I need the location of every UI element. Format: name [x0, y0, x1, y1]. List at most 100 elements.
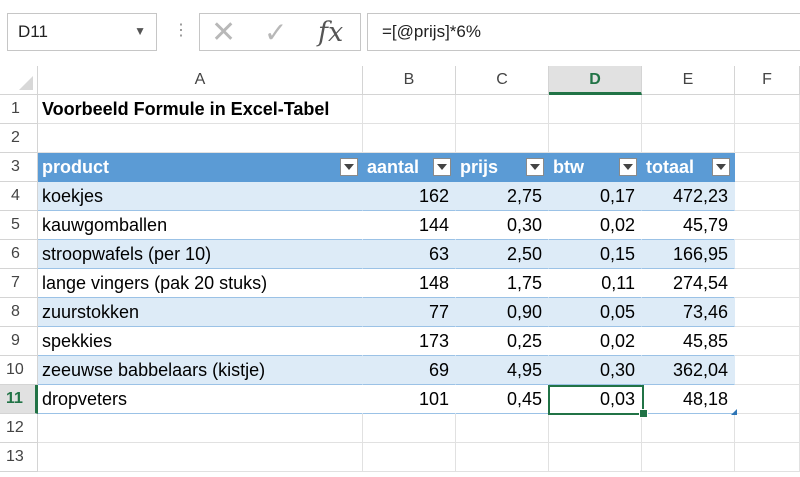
- cell[interactable]: [363, 414, 456, 443]
- cell[interactable]: [363, 443, 456, 472]
- cell[interactable]: [38, 414, 363, 443]
- prijs-cell[interactable]: 2,75: [456, 182, 549, 211]
- btw-cell[interactable]: 0,15: [549, 240, 642, 269]
- cell[interactable]: [735, 124, 800, 153]
- chevron-down-icon[interactable]: ▼: [134, 24, 146, 38]
- cell[interactable]: [735, 385, 800, 414]
- cell[interactable]: [735, 153, 800, 182]
- product-cell[interactable]: lange vingers (pak 20 stuks): [38, 269, 363, 298]
- worksheet-grid[interactable]: A B C D E F 1 2 3 4 5 6 7 8 9 10 11 12 1…: [0, 66, 800, 477]
- cell[interactable]: [363, 95, 456, 124]
- row-header-2[interactable]: 2: [0, 124, 38, 153]
- btw-cell[interactable]: 0,02: [549, 327, 642, 356]
- cell[interactable]: [735, 269, 800, 298]
- cell[interactable]: [38, 443, 363, 472]
- prijs-cell[interactable]: 0,25: [456, 327, 549, 356]
- cell[interactable]: [456, 95, 549, 124]
- aantal-cell[interactable]: 144: [363, 211, 456, 240]
- row-header-8[interactable]: 8: [0, 298, 38, 327]
- product-cell[interactable]: zuurstokken: [38, 298, 363, 327]
- more-options-icon[interactable]: ⋮: [173, 20, 189, 40]
- cell[interactable]: [735, 414, 800, 443]
- aantal-cell[interactable]: 63: [363, 240, 456, 269]
- row-header-11[interactable]: 11: [0, 385, 38, 414]
- table-header-cell[interactable]: aantal: [363, 153, 456, 182]
- cancel-icon[interactable]: ✕: [211, 14, 236, 52]
- row-header-13[interactable]: 13: [0, 443, 38, 472]
- prijs-cell[interactable]: 0,30: [456, 211, 549, 240]
- check-icon[interactable]: ✓: [264, 14, 287, 52]
- cell[interactable]: [456, 124, 549, 153]
- cell[interactable]: [735, 240, 800, 269]
- totaal-cell[interactable]: 472,23: [642, 182, 735, 211]
- row-header-5[interactable]: 5: [0, 211, 38, 240]
- filter-dropdown-icon[interactable]: [712, 158, 730, 176]
- prijs-cell[interactable]: 4,95: [456, 356, 549, 385]
- row-header-12[interactable]: 12: [0, 414, 38, 443]
- product-cell[interactable]: zeeuwse babbelaars (kistje): [38, 356, 363, 385]
- cell[interactable]: [735, 443, 800, 472]
- formula-input[interactable]: =[@prijs]*6%: [367, 13, 800, 51]
- btw-cell[interactable]: 0,05: [549, 298, 642, 327]
- cell[interactable]: [735, 95, 800, 124]
- column-header-a[interactable]: A: [38, 66, 363, 95]
- prijs-cell[interactable]: 1,75: [456, 269, 549, 298]
- product-cell[interactable]: spekkies: [38, 327, 363, 356]
- cell[interactable]: [735, 182, 800, 211]
- table-header-cell[interactable]: product: [38, 153, 363, 182]
- row-header-10[interactable]: 10: [0, 356, 38, 385]
- cell[interactable]: [735, 298, 800, 327]
- cell[interactable]: [549, 443, 642, 472]
- filter-dropdown-icon[interactable]: [340, 158, 358, 176]
- fill-handle[interactable]: [639, 409, 648, 418]
- totaal-cell[interactable]: 166,95: [642, 240, 735, 269]
- totaal-cell[interactable]: 73,46: [642, 298, 735, 327]
- column-header-d[interactable]: D: [549, 66, 642, 95]
- cell[interactable]: [735, 327, 800, 356]
- row-header-4[interactable]: 4: [0, 182, 38, 211]
- cell[interactable]: [549, 95, 642, 124]
- filter-dropdown-icon[interactable]: [526, 158, 544, 176]
- totaal-cell[interactable]: 274,54: [642, 269, 735, 298]
- filter-dropdown-icon[interactable]: [619, 158, 637, 176]
- column-header-b[interactable]: B: [363, 66, 456, 95]
- insert-function-icon[interactable]: fx: [318, 16, 343, 50]
- aantal-cell[interactable]: 173: [363, 327, 456, 356]
- btw-cell[interactable]: 0,11: [549, 269, 642, 298]
- title-cell[interactable]: Voorbeeld Formule in Excel-Tabel: [38, 95, 363, 124]
- aantal-cell[interactable]: 162: [363, 182, 456, 211]
- prijs-cell[interactable]: 2,50: [456, 240, 549, 269]
- btw-cell[interactable]: 0,03: [549, 385, 642, 414]
- cell[interactable]: [642, 443, 735, 472]
- row-header-6[interactable]: 6: [0, 240, 38, 269]
- cell[interactable]: [363, 124, 456, 153]
- cell[interactable]: [642, 124, 735, 153]
- row-header-1[interactable]: 1: [0, 95, 38, 124]
- cell[interactable]: [456, 443, 549, 472]
- cell[interactable]: [549, 124, 642, 153]
- row-header-7[interactable]: 7: [0, 269, 38, 298]
- table-resize-handle-icon[interactable]: [731, 409, 737, 415]
- btw-cell[interactable]: 0,30: [549, 356, 642, 385]
- filter-dropdown-icon[interactable]: [433, 158, 451, 176]
- product-cell[interactable]: dropveters: [38, 385, 363, 414]
- prijs-cell[interactable]: 0,90: [456, 298, 549, 327]
- totaal-cell[interactable]: 48,18: [642, 385, 735, 414]
- product-cell[interactable]: stroopwafels (per 10): [38, 240, 363, 269]
- aantal-cell[interactable]: 101: [363, 385, 456, 414]
- cell[interactable]: [549, 414, 642, 443]
- aantal-cell[interactable]: 77: [363, 298, 456, 327]
- column-header-f[interactable]: F: [735, 66, 800, 95]
- cell[interactable]: [735, 211, 800, 240]
- cell[interactable]: [456, 414, 549, 443]
- column-header-e[interactable]: E: [642, 66, 735, 95]
- cell[interactable]: [38, 124, 363, 153]
- totaal-cell[interactable]: 362,04: [642, 356, 735, 385]
- aantal-cell[interactable]: 148: [363, 269, 456, 298]
- prijs-cell[interactable]: 0,45: [456, 385, 549, 414]
- table-header-cell[interactable]: totaal: [642, 153, 735, 182]
- totaal-cell[interactable]: 45,85: [642, 327, 735, 356]
- btw-cell[interactable]: 0,17: [549, 182, 642, 211]
- cell[interactable]: [642, 414, 735, 443]
- column-header-c[interactable]: C: [456, 66, 549, 95]
